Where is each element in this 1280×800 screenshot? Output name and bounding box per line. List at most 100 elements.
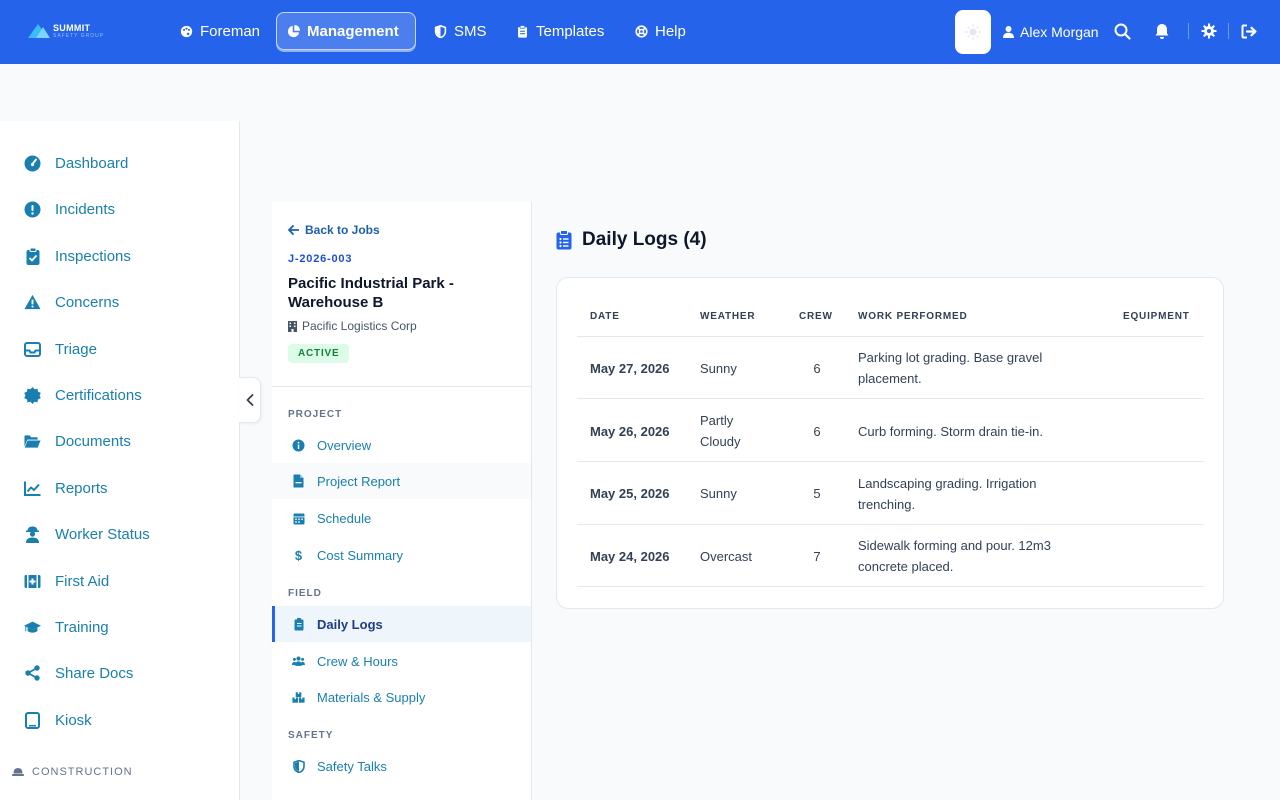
boxes-icon [292,691,305,704]
cell-date: May 27, 2026 [590,361,670,376]
column-header-date[interactable]: DATE [590,311,620,322]
sidebar-item-training[interactable]: Training [24,615,109,639]
sidebar-item-incidents[interactable]: Incidents [24,197,115,221]
job-nav-daily-logs[interactable]: Daily Logs [272,606,531,642]
mountain-logo-icon-small [36,27,50,38]
collapse-sidebar-button[interactable] [239,377,261,423]
table-row[interactable]: May 25, 2026 Sunny 5 Landscaping grading… [577,463,1204,525]
job-nav-schedule[interactable]: Schedule [272,500,531,536]
column-header-crew[interactable]: CREW [799,311,833,322]
cell-work-performed: Parking lot grading. Base gravel placeme… [858,350,1043,386]
table-row[interactable]: May 27, 2026 Sunny 6 Parking lot grading… [577,337,1204,399]
cell-weather: Sunny [700,361,737,376]
settings-button[interactable] [1200,22,1218,40]
sidebar-item-label: Documents [55,432,131,450]
sidebar-item-triage[interactable]: Triage [24,337,97,361]
table-row[interactable]: May 26, 2026 Partly Cloudy 6 Curb formin… [577,400,1204,462]
sidebar-item-certifications[interactable]: Certifications [24,383,142,407]
table-row[interactable]: May 24, 2026 Overcast 7 Sidewalk forming… [577,525,1204,587]
back-to-jobs-label: Back to Jobs [305,223,380,237]
job-nav-safety-talks[interactable]: Safety Talks [272,748,531,784]
job-nav-label: Materials & Supply [317,689,426,705]
cell-weather: Sunny [700,486,737,501]
cell-date: May 24, 2026 [590,549,670,564]
clipboard-check-icon [24,247,41,265]
sidebar: Dashboard Incidents Inspections Concerns… [0,121,240,800]
sidebar-item-label: Share Docs [55,664,134,682]
job-nav-label: Cost Summary [317,547,403,563]
nav-tab-templates[interactable]: Templates [506,12,614,50]
arrow-left-icon [288,225,299,235]
job-nav-crew-hours[interactable]: Crew & Hours [272,643,531,679]
job-nav-cost-summary[interactable]: $ Cost Summary [272,537,531,573]
job-panel-divider [272,386,531,387]
sidebar-item-dashboard[interactable]: Dashboard [24,151,128,175]
cell-weather: Partly Cloudy [700,413,741,449]
job-title: Pacific Industrial Park - Warehouse B [288,275,454,311]
user-menu[interactable]: Alex Morgan [1003,22,1099,42]
job-client: Pacific Logistics Corp [288,319,417,333]
job-nav-overview[interactable]: Overview [272,427,531,463]
cell-work-performed: Sidewalk forming and pour. 12m3 concrete… [858,538,1051,574]
info-icon [292,439,305,452]
sidebar-item-reports[interactable]: Reports [24,476,108,500]
job-nav-project-report[interactable]: Project Report [272,463,531,499]
sidebar-item-documents[interactable]: Documents [24,429,131,453]
brand-subtitle: SAFETY GROUP [53,33,105,39]
column-header-weather[interactable]: WEATHER [700,311,755,322]
page-title: Daily Logs (4) [556,229,707,251]
section-title-safety: SAFETY [288,730,334,741]
sidebar-item-first-aid[interactable]: First Aid [24,569,109,593]
job-code: J-2026-003 [288,253,353,265]
job-nav-label: Schedule [317,510,372,526]
sidebar-item-kiosk[interactable]: Kiosk [24,708,92,732]
job-nav-label: Overview [317,437,372,453]
back-to-jobs-link[interactable]: Back to Jobs [288,223,380,237]
theme-toggle-button[interactable] [955,10,991,54]
sidebar-item-label: Certifications [55,386,142,404]
clipboard-list-icon [556,230,572,250]
gear-icon [1201,23,1217,39]
graduation-cap-icon [24,619,41,636]
share-icon [24,665,41,682]
job-client-name: Pacific Logistics Corp [302,319,417,333]
page-title-text: Daily Logs (4) [582,229,707,250]
logout-button[interactable] [1240,22,1258,40]
cell-date: May 25, 2026 [590,486,670,501]
sun-icon [965,24,981,40]
search-button[interactable] [1113,22,1131,40]
job-nav-materials-supply[interactable]: Materials & Supply [272,679,531,715]
hard-hat-icon [12,768,24,776]
dollar-icon: $ [294,547,303,563]
sidebar-item-label: Reports [55,479,108,497]
notifications-button[interactable] [1153,22,1171,40]
users-icon [292,655,305,668]
pie-chart-icon [287,24,300,37]
column-header-work-performed[interactable]: WORK PERFORMED [858,311,968,322]
chevron-left-icon [246,394,253,406]
nav-tab-sms[interactable]: SMS [424,12,497,50]
nav-tab-management[interactable]: Management [276,12,416,50]
calendar-icon [292,512,305,525]
lifebuoy-icon [635,24,648,38]
job-nav-label: Project Report [317,473,401,489]
nav-tab-foreman[interactable]: Foreman [170,12,270,50]
section-title-project: PROJECT [288,409,343,420]
bell-icon [1155,23,1169,39]
certificate-icon [24,386,41,404]
sidebar-item-label: Kiosk [55,711,92,729]
brand-logo[interactable]: SUMMIT SAFETY GROUP [28,18,138,46]
tablet-icon [24,711,41,729]
cell-date: May 26, 2026 [590,424,670,439]
sidebar-item-label: Triage [55,340,97,358]
sidebar-item-inspections[interactable]: Inspections [24,244,131,268]
sidebar-item-concerns[interactable]: Concerns [24,290,119,314]
cell-crew: 7 [813,549,821,564]
job-nav-item-partial[interactable] [272,786,531,800]
medkit-icon [24,573,41,590]
nav-tab-help[interactable]: Help [625,12,696,50]
sidebar-item-worker-status[interactable]: Worker Status [24,522,150,546]
cell-crew: 6 [813,424,821,439]
column-header-equipment[interactable]: EQUIPMENT [1123,311,1190,322]
sidebar-item-share-docs[interactable]: Share Docs [24,661,133,685]
